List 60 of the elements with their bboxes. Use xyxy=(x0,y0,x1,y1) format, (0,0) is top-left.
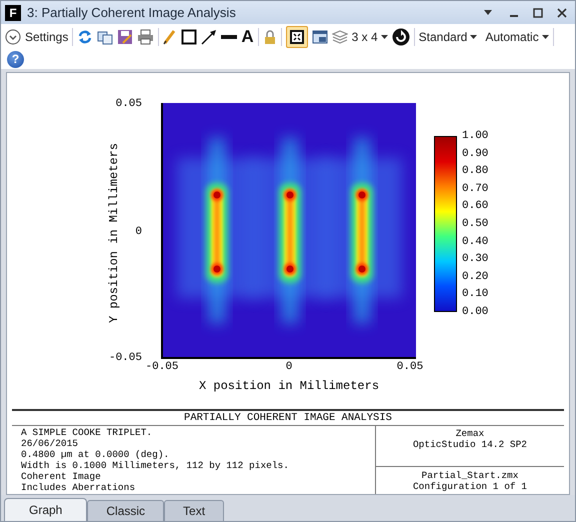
lock-icon[interactable] xyxy=(262,28,277,44)
tab[interactable]: Text xyxy=(164,500,224,521)
copy-icon[interactable] xyxy=(97,28,114,44)
fit-toggle[interactable] xyxy=(286,26,308,48)
report-title: PARTIALLY COHERENT IMAGE ANALYSIS xyxy=(12,411,564,426)
x-tick-label: 0.05 xyxy=(396,361,424,373)
x-tick-label: 0 xyxy=(286,361,292,373)
tab[interactable]: Graph xyxy=(4,498,88,521)
chevron-icon xyxy=(5,28,21,44)
y-axis-title: Y position in Millimeters xyxy=(106,142,122,324)
y-tick-label: -0.05 xyxy=(108,352,142,364)
dropdown-icon[interactable] xyxy=(483,10,493,16)
file-info: Configuration 1 of 1 xyxy=(412,481,528,492)
y-tick-label: 0 xyxy=(135,226,142,238)
colorbar-label: 0.20 xyxy=(462,270,488,283)
reset-icon[interactable] xyxy=(392,28,410,46)
rectangle-icon[interactable] xyxy=(181,28,198,44)
report-line: 26/06/2015 xyxy=(21,438,80,449)
colorbar-label: 0.10 xyxy=(462,288,488,300)
colorbar-label: 0.30 xyxy=(462,253,488,266)
colorbar-label: 1.00 xyxy=(462,130,488,142)
layers-icon[interactable] xyxy=(332,28,348,44)
report-line: A SIMPLE COOKE TRIPLET. xyxy=(21,427,154,438)
app-logo: F xyxy=(5,4,21,20)
refresh-icon[interactable] xyxy=(77,28,94,44)
text-tool-button[interactable]: A xyxy=(241,28,254,45)
arrow-line-icon[interactable] xyxy=(201,28,218,44)
pencil-icon[interactable] xyxy=(163,28,178,44)
view-dropdown[interactable]: Automatic xyxy=(485,28,549,46)
layout-dropdown[interactable]: 3 x 4 xyxy=(352,28,388,46)
colorbar-label: 0.90 xyxy=(462,148,488,160)
save-icon[interactable] xyxy=(117,28,134,44)
colorbar-label: 0.60 xyxy=(462,200,488,212)
print-icon[interactable] xyxy=(137,28,154,44)
caret-icon xyxy=(542,34,549,38)
settings-button[interactable]: Settings xyxy=(5,28,74,46)
caret-icon xyxy=(380,34,388,38)
y-tick-label: 0.05 xyxy=(116,98,142,110)
window-title: 3: Partially Coherent Image Analysis xyxy=(27,4,236,22)
report-line: Width is 0.1000 Millimeters, 112 by 112 pixels. xyxy=(21,460,290,471)
colorbar-label: 0.00 xyxy=(462,306,488,318)
colorbar-label: 0.40 xyxy=(462,236,488,248)
maximize-icon[interactable] xyxy=(533,8,543,18)
program-info: Zemax xyxy=(456,428,484,439)
window-icon[interactable] xyxy=(312,28,328,44)
x-tick-label: -0.05 xyxy=(146,361,178,373)
caret-icon xyxy=(470,34,478,38)
x-axis-title: X position in Millimeters xyxy=(198,378,380,395)
colorbar-label: 0.70 xyxy=(462,182,488,195)
report-line: 0.4800 µm at 0.0000 (deg). xyxy=(21,449,170,460)
program-info: OpticStudio 14.2 SP2 xyxy=(412,439,528,450)
view-dropdown[interactable]: Standard xyxy=(418,28,478,46)
help-button[interactable]: ? xyxy=(7,50,24,68)
colorbar-label: 0.80 xyxy=(462,165,488,178)
report-line: Includes Aberrations xyxy=(21,482,136,493)
file-info: Partial_Start.zmx xyxy=(422,470,518,481)
tab[interactable]: Classic xyxy=(87,500,164,521)
close-icon[interactable] xyxy=(557,8,567,18)
colorbar-label: 0.50 xyxy=(462,218,488,230)
report-line: Coherent Image xyxy=(21,471,102,482)
